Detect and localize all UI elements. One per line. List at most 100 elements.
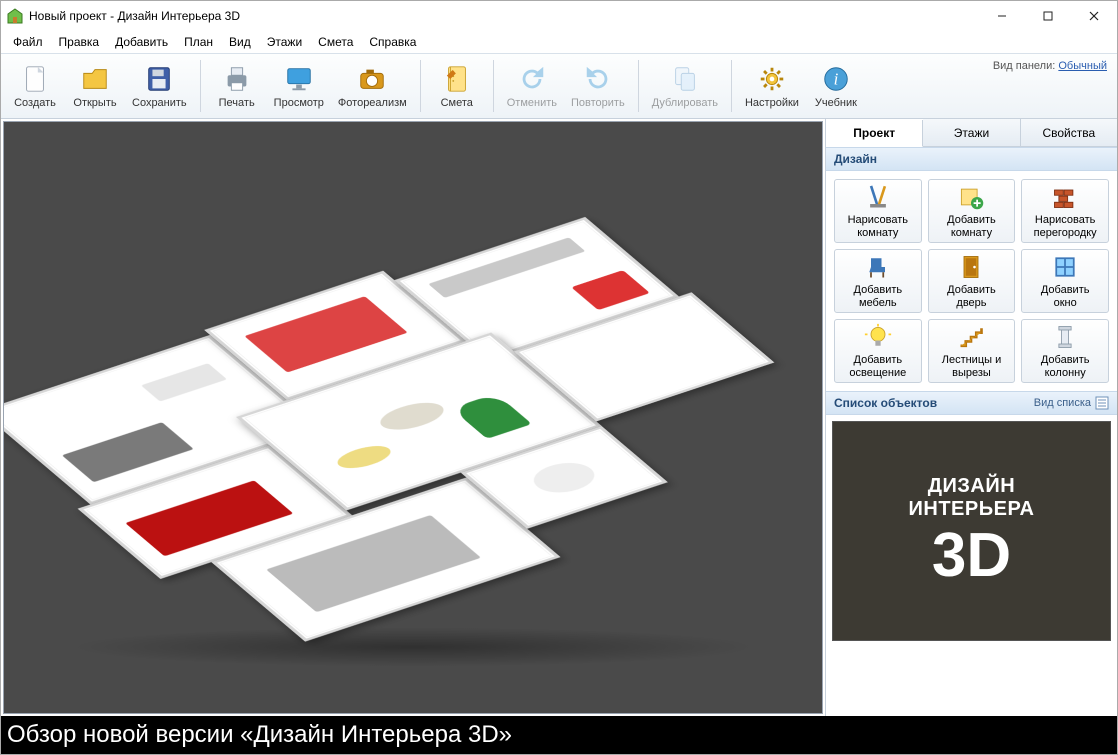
add-room-button[interactable]: Добавитькомнату <box>928 179 1016 243</box>
duplicate-label: Дублировать <box>652 97 718 109</box>
photoreal-button[interactable]: Фотореализм <box>331 56 414 116</box>
door-icon <box>957 253 985 281</box>
tab-properties[interactable]: Свойства <box>1021 119 1117 146</box>
redo-button: Повторить <box>564 56 632 116</box>
add-door-button[interactable]: Добавитьдверь <box>928 249 1016 313</box>
roomplus-icon <box>957 183 985 211</box>
undo-icon <box>516 63 548 95</box>
tab-project[interactable]: Проект <box>826 120 923 147</box>
section-design-title: Дизайн <box>834 152 877 166</box>
add-lighting-button[interactable]: Добавитьосвещение <box>834 319 922 383</box>
estimate-label: Смета <box>441 97 473 109</box>
object-list-area: ДИЗАЙН ИНТЕРЬЕРА 3D <box>826 415 1117 716</box>
add-room-label: Добавитькомнату <box>947 214 996 238</box>
title-bar: Новый проект - Дизайн Интерьера 3D <box>1 1 1117 31</box>
create-button[interactable]: Создать <box>5 56 65 116</box>
create-label: Создать <box>14 97 56 109</box>
camera-icon <box>356 63 388 95</box>
main-area: Проект Этажи Свойства Дизайн Нарисоватьк… <box>1 119 1117 716</box>
stairs-cutout-button[interactable]: Лестницы ивырезы <box>928 319 1016 383</box>
menu-floors[interactable]: Этажи <box>259 33 310 51</box>
menu-estimate[interactable]: Смета <box>310 33 361 51</box>
section-design-header: Дизайн <box>826 147 1117 171</box>
menu-add[interactable]: Добавить <box>107 33 176 51</box>
column-icon <box>1051 323 1079 351</box>
thumb-line1: ДИЗАЙН <box>928 475 1015 498</box>
panel-type-link[interactable]: Обычный <box>1058 60 1107 72</box>
menu-view[interactable]: Вид <box>221 33 259 51</box>
tools-icon <box>864 183 892 211</box>
tutorial-button[interactable]: i Учебник <box>806 56 866 116</box>
tab-floors[interactable]: Этажи <box>923 119 1020 146</box>
3d-viewport[interactable] <box>3 121 823 714</box>
monitor-icon <box>283 63 315 95</box>
printer-icon <box>221 63 253 95</box>
tutorial-label: Учебник <box>815 97 857 109</box>
bulb-icon <box>864 323 892 351</box>
add-furniture-label: Добавитьмебель <box>854 284 903 308</box>
close-button[interactable] <box>1071 1 1117 31</box>
print-button[interactable]: Печать <box>207 56 267 116</box>
undo-label: Отменить <box>507 97 557 109</box>
menu-edit[interactable]: Правка <box>51 33 108 51</box>
draw-room-button[interactable]: Нарисоватькомнату <box>834 179 922 243</box>
menu-file[interactable]: Файл <box>5 33 51 51</box>
menu-plan[interactable]: План <box>176 33 221 51</box>
add-column-button[interactable]: Добавитьколонну <box>1021 319 1109 383</box>
right-tabs: Проект Этажи Свойства <box>826 119 1117 147</box>
add-furniture-button[interactable]: Добавитьмебель <box>834 249 922 313</box>
add-lighting-label: Добавитьосвещение <box>849 354 906 378</box>
stairs-icon <box>957 323 985 351</box>
menu-bar: Файл Правка Добавить План Вид Этажи Смет… <box>1 31 1117 53</box>
photoreal-label: Фотореализм <box>338 97 407 109</box>
right-panel: Проект Этажи Свойства Дизайн Нарисоватьк… <box>825 119 1117 716</box>
preview-button[interactable]: Просмотр <box>267 56 331 116</box>
thumb-line3: 3D <box>932 525 1011 587</box>
panel-type-label: Вид панели: <box>993 60 1055 72</box>
estimate-button[interactable]: Смета <box>427 56 487 116</box>
thumb-line2: ИНТЕРЬЕРА <box>909 498 1035 521</box>
window-title: Новый проект - Дизайн Интерьера 3D <box>29 9 979 23</box>
file-icon <box>19 63 51 95</box>
add-column-label: Добавитьколонну <box>1041 354 1090 378</box>
print-label: Печать <box>219 97 255 109</box>
caption-text: Обзор новой версии «Дизайн Интерьера 3D» <box>7 721 512 749</box>
promo-thumbnail[interactable]: ДИЗАЙН ИНТЕРЬЕРА 3D <box>832 421 1111 641</box>
chair-icon <box>864 253 892 281</box>
save-label: Сохранить <box>132 97 187 109</box>
add-door-label: Добавитьдверь <box>947 284 996 308</box>
add-window-button[interactable]: Добавитьокно <box>1021 249 1109 313</box>
section-objects-title: Список объектов <box>834 396 937 410</box>
video-caption-bar: Обзор новой версии «Дизайн Интерьера 3D» <box>1 716 1117 754</box>
window-icon <box>1051 253 1079 281</box>
minimize-button[interactable] <box>979 1 1025 31</box>
settings-label: Настройки <box>745 97 799 109</box>
draw-partition-button[interactable]: Нарисоватьперегородку <box>1021 179 1109 243</box>
panel-type: Вид панели: Обычный <box>993 60 1107 72</box>
wall-icon <box>1051 183 1079 211</box>
add-window-label: Добавитьокно <box>1041 284 1090 308</box>
gear-icon <box>756 63 788 95</box>
preview-label: Просмотр <box>274 97 324 109</box>
section-objects-header: Список объектов Вид списка <box>826 391 1117 415</box>
app-window: Новый проект - Дизайн Интерьера 3D Файл … <box>0 0 1118 755</box>
draw-room-label: Нарисоватькомнату <box>848 214 908 238</box>
menu-help[interactable]: Справка <box>361 33 424 51</box>
svg-text:i: i <box>834 70 839 89</box>
open-label: Открыть <box>73 97 116 109</box>
open-button[interactable]: Открыть <box>65 56 125 116</box>
draw-partition-label: Нарисоватьперегородку <box>1034 214 1097 238</box>
main-toolbar: Создать Открыть Сохранить Печать Просмотр Фот… <box>1 53 1117 119</box>
stairs-cutout-label: Лестницы ивырезы <box>942 354 1002 378</box>
copy-icon <box>669 63 701 95</box>
duplicate-button: Дублировать <box>645 56 725 116</box>
info-icon: i <box>820 63 852 95</box>
design-buttons-grid: Нарисоватькомнату Добавитькомнату Нарисова… <box>826 171 1117 391</box>
list-view-button[interactable] <box>1095 396 1109 410</box>
maximize-button[interactable] <box>1025 1 1071 31</box>
undo-button: Отменить <box>500 56 564 116</box>
redo-label: Повторить <box>571 97 625 109</box>
settings-button[interactable]: Настройки <box>738 56 806 116</box>
save-button[interactable]: Сохранить <box>125 56 194 116</box>
list-view-label: Вид списка <box>1034 397 1091 409</box>
